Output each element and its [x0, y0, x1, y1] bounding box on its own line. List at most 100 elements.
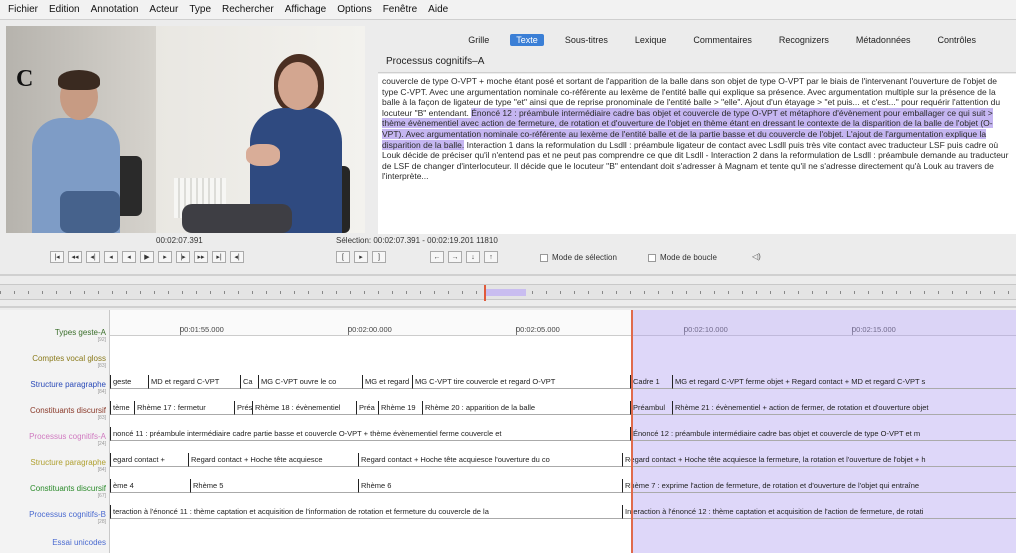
annotation[interactable]: Ca: [240, 375, 258, 389]
menu-rechercher[interactable]: Rechercher: [222, 4, 274, 15]
step-forward-frame-button[interactable]: ▸: [158, 251, 172, 263]
loop-mode-toggle[interactable]: Mode de boucle: [648, 253, 717, 262]
annotation[interactable]: Énoncé 12 : préambule intermédiaire cadr…: [630, 427, 1016, 441]
tier-row[interactable]: noncé 11 : préambule intermédiaire cadre…: [110, 425, 1016, 443]
play-selection-button[interactable]: ▸: [354, 251, 368, 263]
volume-icon[interactable]: ◁): [752, 252, 761, 261]
annotation[interactable]: Rhème 7 : exprime l'action de fermeture,…: [622, 479, 1016, 493]
annotation[interactable]: Préambul: [630, 401, 672, 415]
menu-options[interactable]: Options: [337, 4, 371, 15]
annotation[interactable]: MG C-VPT ouvre le co: [258, 375, 362, 389]
selection-mode-toggle[interactable]: Mode de sélection: [540, 253, 617, 262]
tier-row[interactable]: tème Rhème 17 : fermetur Prés Rhème 18 :…: [110, 399, 1016, 417]
selection-end-button[interactable]: ]: [372, 251, 386, 263]
person-right-head: [278, 62, 318, 110]
overview-cursor[interactable]: [484, 285, 486, 301]
annotation[interactable]: Regard contact + Hoche tête acquiesce la…: [622, 453, 1016, 467]
play-back-button[interactable]: ◂: [122, 251, 136, 263]
menu-aide[interactable]: Aide: [428, 4, 448, 15]
annotation[interactable]: Rhème 21 : évènementiel + action de ferm…: [672, 401, 1016, 415]
annotation[interactable]: geste: [110, 375, 148, 389]
ruler-label: 00:01:55.000: [180, 325, 224, 334]
menu-annotation[interactable]: Annotation: [91, 4, 139, 15]
annotation[interactable]: tème: [110, 401, 134, 415]
playhead-cursor[interactable]: [631, 310, 633, 553]
annotation[interactable]: Regard contact + Hoche tête acquiesce: [188, 453, 358, 467]
annotation[interactable]: MG C-VPT tire couvercle et regard O-VPT: [412, 375, 630, 389]
menu-edition[interactable]: Edition: [49, 4, 80, 15]
annotation[interactable]: Préa: [356, 401, 378, 415]
annotation[interactable]: Prés: [234, 401, 252, 415]
video-viewer[interactable]: C: [6, 26, 365, 233]
tab-sous-titres[interactable]: Sous-titres: [559, 34, 614, 46]
next-scroll-button[interactable]: ▸▸: [194, 251, 208, 263]
tier-label[interactable]: Processus cognitifs-B [28]: [2, 510, 108, 525]
tier-row[interactable]: geste MD et regard C-VPT Ca MG C-VPT ouv…: [110, 373, 1016, 391]
tier-selector[interactable]: Processus cognitifs–A: [386, 56, 484, 67]
tab-controles[interactable]: Contrôles: [931, 34, 982, 46]
annotation[interactable]: teraction à l'énoncé 11 : thème captatio…: [110, 505, 622, 519]
menu-acteur[interactable]: Acteur: [149, 4, 178, 15]
tier-name: Constituants discursif: [29, 406, 106, 415]
splitter-top[interactable]: [0, 274, 1016, 276]
selection-mode-checkbox[interactable]: [540, 253, 548, 262]
person-right-legs: [182, 204, 292, 233]
menu-type[interactable]: Type: [189, 4, 211, 15]
next-annotation-button[interactable]: →: [448, 251, 462, 263]
tier-label[interactable]: Essai unicodes: [2, 538, 108, 547]
tier-down-button[interactable]: ↓: [466, 251, 480, 263]
annotation[interactable]: MG et regard C-VPT ferme objet + Regard …: [672, 375, 1016, 389]
tier-label[interactable]: Constituants discursif [67]: [2, 484, 108, 499]
menu-fichier[interactable]: Fichier: [8, 4, 38, 15]
loop-back-button[interactable]: ◂|: [230, 251, 244, 263]
go-to-start-button[interactable]: |◂: [50, 251, 64, 263]
annotation[interactable]: MG et regard: [362, 375, 412, 389]
splitter-bottom[interactable]: [0, 306, 1016, 308]
tab-texte[interactable]: Texte: [510, 34, 544, 46]
previous-scroll-button[interactable]: ◂◂: [68, 251, 82, 263]
tab-grille[interactable]: Grille: [462, 34, 495, 46]
step-back-frame-button[interactable]: ◂: [104, 251, 118, 263]
tier-label[interactable]: Comptes vocal gloss [83]: [2, 354, 108, 369]
annotation[interactable]: Rhème 19: [378, 401, 422, 415]
tab-metadonnees[interactable]: Métadonnées: [850, 34, 917, 46]
tier-label[interactable]: Structure paragraphe [84]: [2, 458, 108, 473]
selection-start-button[interactable]: [: [336, 251, 350, 263]
menu-affichage[interactable]: Affichage: [285, 4, 327, 15]
annotation[interactable]: egard contact +: [110, 453, 188, 467]
annotation[interactable]: Rhème 18 : évènementiel: [252, 401, 356, 415]
annotation[interactable]: ème 4: [110, 479, 190, 493]
annotation[interactable]: Regard contact + Hoche tête acquiesce l'…: [358, 453, 622, 467]
tier-label[interactable]: Processus cognitifs-A [24]: [2, 432, 108, 447]
previous-annotation-button[interactable]: ←: [430, 251, 444, 263]
annotation[interactable]: Rhème 17 : fermetur: [134, 401, 234, 415]
annotation[interactable]: Rhème 5: [190, 479, 358, 493]
step-forward-second-button[interactable]: |▸: [176, 251, 190, 263]
annotation[interactable]: Rhème 6: [358, 479, 622, 493]
tier-label[interactable]: Structure paragraphe [84]: [2, 380, 108, 395]
tier-label[interactable]: Constituants discursif [83]: [2, 406, 108, 421]
annotation[interactable]: Interaction à l'énoncé 12 : thème captat…: [622, 505, 1016, 519]
tab-recognizers[interactable]: Recognizers: [773, 34, 835, 46]
text-viewer[interactable]: couvercle de type O-VPT + moche étant po…: [378, 74, 1016, 234]
tab-lexique[interactable]: Lexique: [629, 34, 673, 46]
annotation[interactable]: MD et regard C-VPT: [148, 375, 240, 389]
tab-commentaires[interactable]: Commentaires: [687, 34, 758, 46]
annotation[interactable]: noncé 11 : préambule intermédiaire cadre…: [110, 427, 630, 441]
tier-row[interactable]: egard contact + Regard contact + Hoche t…: [110, 451, 1016, 469]
ruler-label: 00:02:05.000: [516, 325, 560, 334]
overview-ruler[interactable]: [0, 284, 1016, 301]
annotation[interactable]: Rhème 20 : apparition de la balle: [422, 401, 630, 415]
tier-row[interactable]: ème 4 Rhème 5 Rhème 6 Rhème 7 : exprime …: [110, 477, 1016, 495]
go-to-end-button[interactable]: ▸|: [212, 251, 226, 263]
loop-mode-checkbox[interactable]: [648, 253, 656, 262]
menu-fenetre[interactable]: Fenêtre: [383, 4, 417, 15]
tier-row[interactable]: teraction à l'énoncé 11 : thème captatio…: [110, 503, 1016, 521]
tier-label[interactable]: Types geste-A [92]: [2, 328, 108, 343]
tier-up-button[interactable]: ↑: [484, 251, 498, 263]
play-icon[interactable]: ▶: [140, 251, 154, 263]
tier-count: [67]: [97, 493, 106, 499]
step-back-second-button[interactable]: ◂|: [86, 251, 100, 263]
annotation[interactable]: Cadre 1: [630, 375, 672, 389]
timeline-viewer[interactable]: 00:01:55.000 00:02:00.000 00:02:05.000 0…: [0, 310, 1016, 553]
